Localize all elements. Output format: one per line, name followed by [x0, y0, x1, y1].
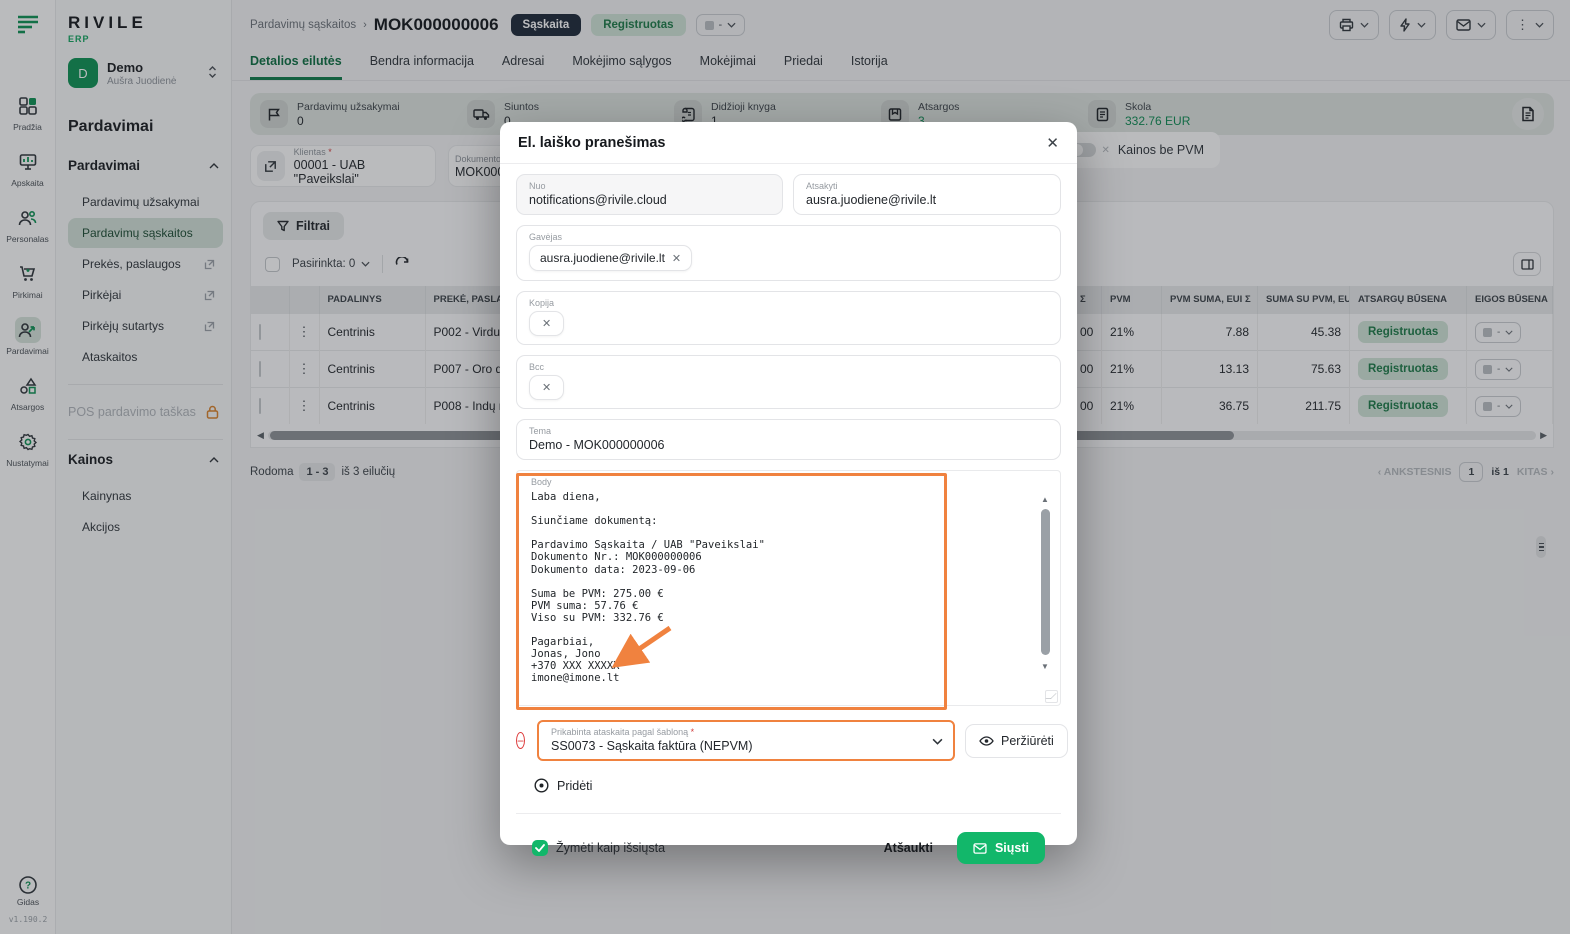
- recipient-chip: ausra.juodiene@rivile.lt ✕: [529, 245, 692, 271]
- send-envelope-icon: [973, 843, 987, 854]
- body-field[interactable]: Body Laba diena, Siunčiame dokumentą: Pa…: [516, 470, 1061, 706]
- send-button[interactable]: Siųsti: [957, 832, 1045, 864]
- reply-to-value: ausra.juodiene@rivile.lt: [806, 193, 1048, 207]
- app-root: Pradžia Apskaita Personalas Pirkimai Par…: [0, 0, 1570, 934]
- scroll-down-icon[interactable]: ▼: [1041, 662, 1049, 671]
- attachment-template-select[interactable]: Prikabinta ataskaita pagal šabloną * SS0…: [537, 720, 955, 761]
- remove-chip-icon[interactable]: ✕: [672, 252, 681, 265]
- body-text[interactable]: Laba diena, Siunčiame dokumentą: Pardavi…: [531, 491, 1020, 697]
- bcc-field[interactable]: Bcc ✕: [516, 355, 1061, 409]
- body-scrollbar[interactable]: ▲ ▼: [1039, 495, 1052, 671]
- preview-button[interactable]: Peržiūrėti: [965, 724, 1068, 758]
- mark-sent-label: Žymėti kaip išsiųsta: [556, 841, 665, 855]
- dialog-title: El. laiško pranešimas: [518, 135, 666, 151]
- scroll-up-icon[interactable]: ▲: [1041, 495, 1049, 504]
- plus-circle-icon: [534, 778, 549, 793]
- reply-to-field[interactable]: Atsakyti ausra.juodiene@rivile.lt: [793, 174, 1061, 215]
- chevron-down-icon: [932, 738, 943, 745]
- subject-value: Demo - MOK000000006: [529, 438, 1048, 452]
- from-field: Nuo notifications@rivile.cloud: [516, 174, 783, 215]
- add-attachment-button[interactable]: Pridėti: [534, 778, 1061, 793]
- eye-icon: [979, 736, 994, 746]
- cc-field[interactable]: Kopija ✕: [516, 291, 1061, 345]
- remove-chip-icon[interactable]: ✕: [542, 317, 551, 330]
- attachment-template-value: SS0073 - Sąskaita faktūra (NEPVM): [551, 739, 923, 753]
- remove-attachment-icon[interactable]: −: [516, 732, 525, 749]
- recipient-field[interactable]: Gavėjas ausra.juodiene@rivile.lt ✕: [516, 225, 1061, 281]
- scrollbar-thumb[interactable]: [1041, 509, 1050, 655]
- cancel-button[interactable]: Atšaukti: [874, 833, 943, 863]
- subject-field[interactable]: Tema Demo - MOK000000006: [516, 419, 1061, 460]
- close-icon[interactable]: ✕: [1046, 136, 1059, 151]
- email-dialog: El. laiško pranešimas ✕ Nuo notification…: [500, 122, 1077, 845]
- remove-chip-icon[interactable]: ✕: [542, 381, 551, 394]
- bcc-empty-chip: ✕: [529, 375, 564, 400]
- mark-sent-checkbox[interactable]: [532, 840, 548, 856]
- cc-empty-chip: ✕: [529, 311, 564, 336]
- from-value: notifications@rivile.cloud: [529, 193, 770, 207]
- resize-handle[interactable]: [1045, 690, 1058, 703]
